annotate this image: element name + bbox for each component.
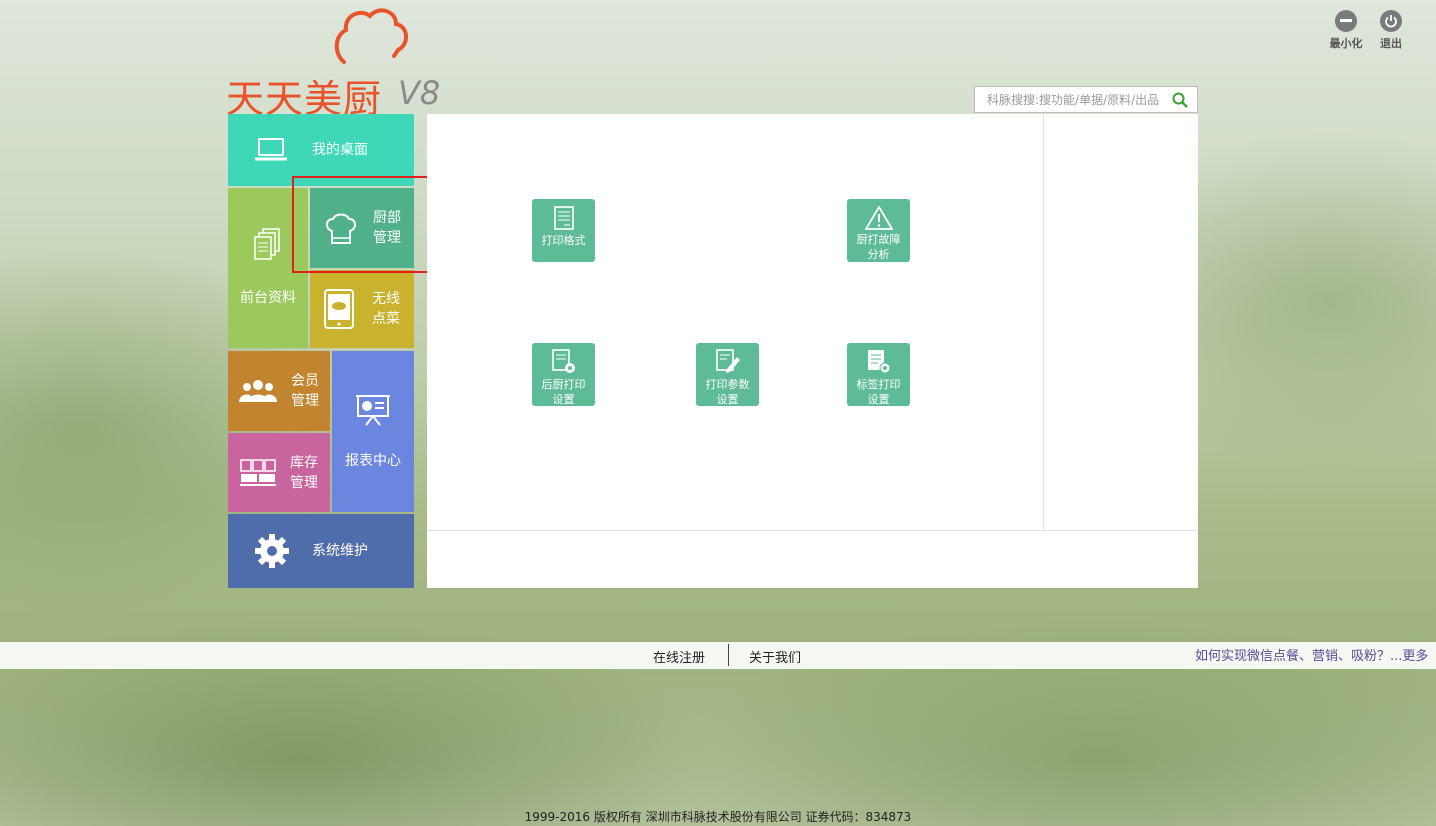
chef-hat-icon [325,213,357,244]
menu-label-kitchen-2: 管理 [373,230,401,246]
menu-tile-wireless[interactable]: 无线 点菜 [310,270,414,348]
menu-tile-member[interactable]: 会员 管理 [228,351,330,431]
minimize-button[interactable]: 最小化 [1326,10,1366,51]
search-input[interactable] [975,87,1165,112]
documents-icon [254,228,280,260]
tablet-icon [324,289,354,329]
menu-label-system: 系统维护 [312,543,368,559]
menu-tile-desktop[interactable]: 我的桌面 [228,114,414,186]
laptop-icon [255,138,287,161]
menu-label-report: 报表中心 [345,452,401,469]
menu-label-kitchen-1: 厨部 [373,210,401,226]
back-kitchen-print-settings-button[interactable]: 后厨打印 设置 [532,343,595,406]
menu-label-front: 前台资料 [240,290,296,306]
power-icon [1380,10,1402,32]
print-format-button[interactable]: 打印格式 [532,199,595,262]
label-settings-icon [866,349,892,375]
menu-tile-stock[interactable]: 库存 管理 [228,433,330,512]
menu-tile-kitchen[interactable]: 厨部 管理 [310,188,414,268]
about-us-link[interactable]: 关于我们 [749,647,801,666]
document-settings-icon [551,349,577,375]
warning-icon [864,205,893,230]
gear-icon [255,534,289,568]
search-button[interactable] [1165,87,1195,112]
fault-label-1: 厨打故障 [856,233,901,246]
chef-hat-logo-icon [334,8,408,64]
main-panel: 打印格式 厨打故障分析 后厨打印设置 打印参数设置 标签打印设置 [427,114,1198,588]
print-fault-analysis-button[interactable]: 厨打故障 分析 [847,199,910,262]
menu-tile-report[interactable]: 报表中心 [332,351,414,512]
app-logo: 天天美厨 V8 [226,4,446,121]
menu-label-stock-1: 库存 [290,454,318,471]
exit-label: 退出 [1380,37,1402,50]
warehouse-shelf-icon [240,458,276,486]
search-icon [1172,92,1188,108]
back-print-label-1: 后厨打印 [541,378,586,391]
label-print-settings-button[interactable]: 标签打印 设置 [847,343,910,406]
menu-label-member-1: 会员 [291,373,319,389]
presentation-board-icon [356,394,390,426]
logo-version: V8 [398,74,441,112]
menu-label-desktop: 我的桌面 [312,142,368,158]
print-format-label: 打印格式 [541,234,586,247]
document-icon [553,205,574,231]
online-register-link[interactable]: 在线注册 [653,647,705,666]
panel-divider-horizontal [427,530,1198,531]
promo-more-link[interactable]: 如何实现微信点餐、营销、吸粉？...更多 [1195,645,1428,664]
print-params-settings-button[interactable]: 打印参数 设置 [696,343,759,406]
search-box [974,86,1198,113]
menu-label-wireless-2: 点菜 [372,311,400,327]
fault-label-2: 分析 [867,248,890,261]
footer-separator [728,644,729,666]
copyright-text: 1999-2016 版权所有 深圳市科脉技术股份有限公司 证券代码：834873 [524,810,912,824]
panel-divider-vertical [1043,114,1044,530]
document-edit-icon [715,349,741,375]
menu-tile-front[interactable]: 前台资料 [228,188,308,348]
menu-label-member-2: 管理 [291,393,319,409]
minimize-icon [1335,10,1357,32]
menu-label-stock-2: 管理 [290,474,318,491]
exit-button[interactable]: 退出 [1371,10,1411,51]
footer-link-bar: 在线注册 关于我们 如何实现微信点餐、营销、吸粉？...更多 [0,642,1436,669]
menu-label-wireless-1: 无线 [372,291,400,307]
param-label-1: 打印参数 [705,378,750,391]
label-print-label-2: 设置 [867,393,890,406]
minimize-label: 最小化 [1329,37,1363,50]
menu-tile-system[interactable]: 系统维护 [228,514,414,588]
users-icon [239,380,277,402]
back-print-label-2: 设置 [552,393,575,406]
param-label-2: 设置 [716,393,739,406]
label-print-label-1: 标签打印 [856,378,901,391]
